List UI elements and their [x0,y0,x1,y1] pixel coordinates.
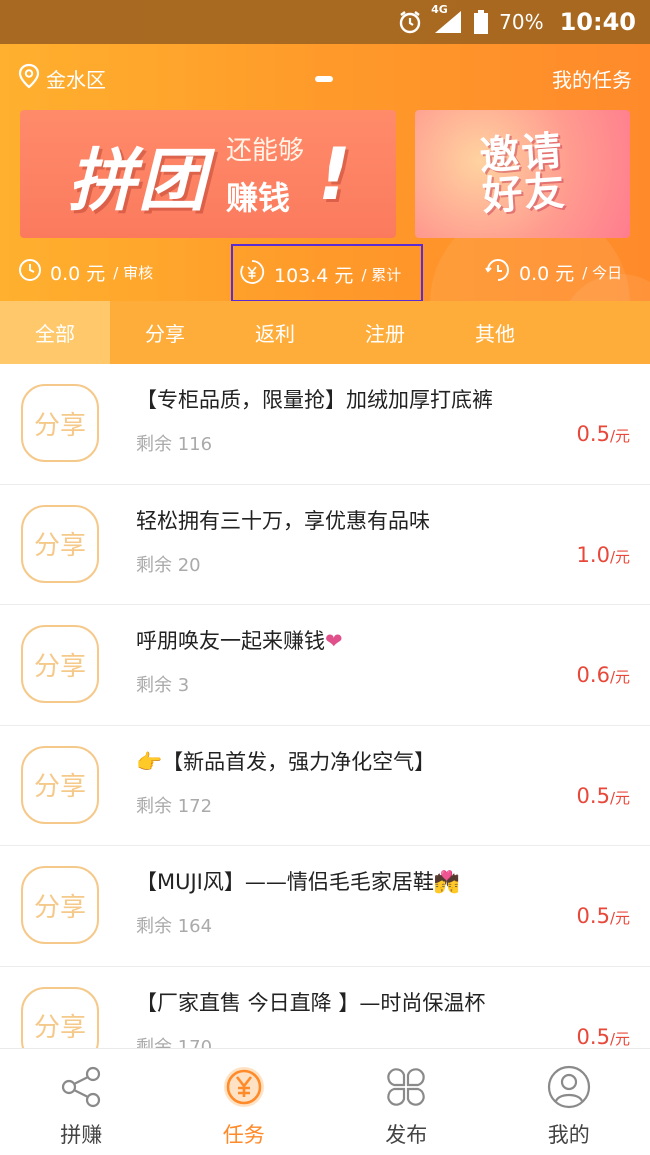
price-unit: /元 [609,1029,630,1048]
task-price: 0.5/元 [577,904,630,928]
network-label: 4G [431,3,448,16]
stat-today[interactable]: 0.0 元 / 今日 [485,258,622,287]
location-label: 金水区 [46,67,106,92]
task-title: 轻松拥有三十万，享优惠有品味 [136,508,430,533]
nav-mine[interactable]: 我的 [488,1049,650,1155]
stat-pending[interactable]: 0.0 元 / 审核 [18,258,153,287]
task-price: 0.6/元 [577,663,630,687]
nav-tasks[interactable]: 任务 [163,1049,326,1155]
location-selector[interactable]: 金水区 [18,63,106,94]
tab-other[interactable]: 其他 [440,301,550,364]
task-item[interactable]: 分享 呼朋唤友一起来赚钱❤ 剩余 3 0.6/元 [0,605,650,726]
task-title: 【MUJI风】——情侣毛毛家居鞋 [136,870,434,894]
task-remaining: 剩余 164 [136,916,213,937]
task-title-row: 👉【新品首发，强力净化空气】 [136,746,435,776]
tab-register[interactable]: 注册 [330,301,440,364]
task-price: 0.5/元 [577,1025,630,1049]
share-badge: 分享 [21,986,99,1048]
task-item[interactable]: 分享 轻松拥有三十万，享优惠有品味 剩余 20 1.0/元 [0,485,650,605]
nav-label: 任务 [222,1123,265,1147]
share-badge: 分享 [21,625,99,703]
banner-line1: 还能够 [226,135,305,166]
price-value: 0.5 [576,422,610,446]
task-title-row: 【MUJI风】——情侣毛毛家居鞋💏 [136,866,460,896]
share-badge: 分享 [21,504,99,583]
nav-label: 拼赚 [60,1123,103,1147]
price-value: 1.0 [576,542,610,567]
price-unit: /元 [609,668,630,686]
task-title: 【专柜品质，限量抢】加绒加厚打底裤 [136,388,493,412]
status-bar: 4G 70% 10:40 [0,0,650,44]
price-value: 0.5 [576,904,610,928]
share-badge: 分享 [21,866,99,944]
price-value: 0.6 [576,663,610,687]
task-title-row: 呼朋唤友一起来赚钱❤ [136,625,343,655]
stat-today-value: 0.0 元 [519,263,575,285]
price-value: 0.5 [576,1024,610,1049]
price-unit: /元 [609,909,630,927]
highlight-box [231,244,423,301]
bottom-nav: 拼赚 任务 发布 我的 [0,1048,650,1155]
task-title: 呼朋唤友一起来赚钱 [136,629,325,653]
task-price: 0.5/元 [577,422,630,446]
battery-icon [473,9,489,35]
banner-exclamation: ! [318,132,351,216]
tab-share[interactable]: 分享 [110,301,220,364]
header: 金水区 我的任务 拼团 还能够 赚钱 ! 邀请好友 0.0 元 / 审核 103… [0,44,650,301]
nav-pinzhuan[interactable]: 拼赚 [0,1049,163,1155]
refresh-clock-icon [485,258,511,287]
nav-label: 发布 [385,1123,428,1147]
alarm-icon [397,9,423,35]
task-remaining: 剩余 172 [136,795,213,817]
banner-subtext: 还能够 赚钱 [226,130,304,219]
task-list: 分享 【专柜品质，限量抢】加绒加厚打底裤 剩余 116 0.5/元 分享 轻松拥… [0,364,650,1048]
tab-all[interactable]: 全部 [0,301,110,364]
task-item[interactable]: 分享 👉【新品首发，强力净化空气】 剩余 172 0.5/元 [0,726,650,846]
share-badge: 分享 [21,384,99,462]
person-icon [545,1063,593,1115]
invite-friends-banner[interactable]: 邀请好友 [415,110,630,238]
clock-icon [18,258,42,287]
battery-percent: 70% [499,10,544,34]
group-buy-banner[interactable]: 拼团 还能够 赚钱 ! [20,110,396,238]
task-remaining: 剩余 3 [136,675,190,696]
task-title: 【新品首发，强力净化空气】 [162,749,436,774]
pointing-hand-icon: 👉 [136,749,163,774]
heart-icon: ❤ [325,629,343,653]
price-unit: /元 [609,427,630,445]
share-icon [57,1063,105,1115]
task-remaining: 剩余 116 [136,434,213,455]
price-unit: /元 [609,788,630,807]
page-indicator [315,76,333,82]
nav-publish[interactable]: 发布 [325,1049,488,1155]
category-tabs: 全部 分享 返利 注册 其他 [0,301,650,364]
invite-text: 邀请好友 [477,128,568,220]
task-remaining: 剩余 170 [136,1036,213,1049]
stat-today-label: / 今日 [582,264,623,282]
signal-icon: 4G [431,3,463,35]
grid-flower-icon [382,1063,430,1115]
task-item[interactable]: 分享 【MUJI风】——情侣毛毛家居鞋💏 剩余 164 0.5/元 [0,846,650,967]
task-price: 1.0/元 [577,543,630,567]
task-title: 【厂家直售 今日直降 】—时尚保温杯 [136,990,486,1015]
share-badge: 分享 [21,745,99,824]
nav-label: 我的 [547,1123,590,1147]
earnings-stats: 0.0 元 / 审核 103.4 元 / 累计 0.0 元 / 今日 [0,244,650,301]
tab-rebate[interactable]: 返利 [220,301,330,364]
clock-time: 10:40 [559,8,636,36]
location-pin-icon [18,63,40,94]
my-tasks-link[interactable]: 我的任务 [552,64,632,93]
task-remaining: 剩余 20 [136,554,201,576]
task-item[interactable]: 分享 【厂家直售 今日直降 】—时尚保温杯 剩余 170 0.5/元 [0,967,650,1049]
couple-icon: 💏 [433,870,461,894]
banner-big-text: 拼团 [68,141,209,221]
banner-line2: 赚钱 [226,178,291,217]
stat-pending-value: 0.0 元 [50,263,106,285]
stat-pending-label: / 审核 [113,264,154,282]
price-unit: /元 [609,547,630,566]
task-price: 0.5/元 [577,784,630,808]
task-item[interactable]: 分享 【专柜品质，限量抢】加绒加厚打底裤 剩余 116 0.5/元 [0,364,650,485]
yuan-coin-icon [220,1063,268,1115]
price-value: 0.5 [576,783,610,808]
